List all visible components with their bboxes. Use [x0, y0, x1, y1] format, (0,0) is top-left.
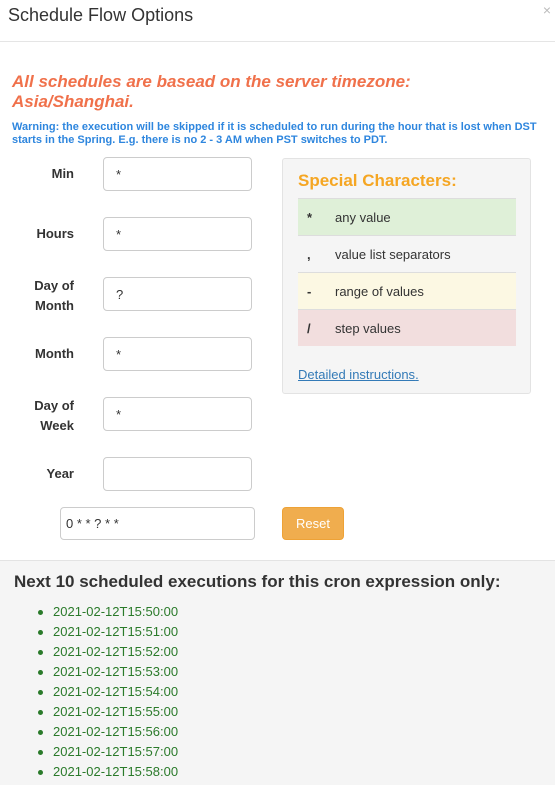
execution-item: 2021-02-12T15:57:00	[34, 742, 178, 762]
day-of-month-input[interactable]	[103, 277, 252, 311]
execution-item: 2021-02-12T15:54:00	[34, 682, 178, 702]
execution-item: 2021-02-12T15:53:00	[34, 662, 178, 682]
special-char-description: range of values	[335, 284, 424, 299]
year-input[interactable]	[103, 457, 252, 491]
special-characters-panel: Special Characters: * any value , value …	[282, 158, 531, 394]
execution-item: 2021-02-12T15:56:00	[34, 722, 178, 742]
special-char-symbol: -	[307, 284, 312, 299]
instructions-link-text[interactable]: Detailed instructions	[298, 367, 415, 382]
cron-expression-input[interactable]	[60, 507, 255, 540]
timezone-notice: All schedules are basead on the server t…	[12, 72, 411, 111]
day-of-month-label: Day of Month	[34, 278, 74, 313]
year-label: Year	[46, 466, 74, 481]
instructions-link[interactable]: Detailed instructions.	[298, 367, 419, 382]
dialog-header: Schedule Flow Options ×	[0, 0, 555, 42]
special-char-row: / step values	[298, 309, 516, 346]
executions-list: 2021-02-12T15:50:00 2021-02-12T15:51:00 …	[34, 602, 178, 782]
min-label: Min	[51, 166, 74, 181]
special-char-symbol: *	[307, 210, 313, 225]
month-label: Month	[35, 346, 74, 361]
execution-item: 2021-02-12T15:52:00	[34, 642, 178, 662]
execution-item: 2021-02-12T15:55:00	[34, 702, 178, 722]
special-char-description: step values	[335, 321, 401, 336]
month-input[interactable]	[103, 337, 252, 371]
close-icon[interactable]: ×	[543, 2, 551, 18]
dialog-title: Schedule Flow Options	[8, 5, 194, 25]
special-char-symbol: ,	[307, 247, 311, 262]
special-char-row: * any value	[298, 198, 516, 235]
hours-input[interactable]	[103, 217, 252, 251]
next-executions-title: Next 10 scheduled executions for this cr…	[14, 572, 501, 591]
execution-item: 2021-02-12T15:58:00	[34, 762, 178, 782]
special-characters-title: Special Characters:	[298, 171, 457, 190]
special-char-row: - range of values	[298, 272, 516, 309]
day-of-week-label: Day of Week	[34, 398, 74, 433]
execution-item: 2021-02-12T15:50:00	[34, 602, 178, 622]
execution-item: 2021-02-12T15:51:00	[34, 622, 178, 642]
reset-button[interactable]: Reset	[282, 507, 344, 540]
special-char-description: value list separators	[335, 247, 451, 262]
special-char-description: any value	[335, 210, 391, 225]
dst-warning: Warning: the execution will be skipped i…	[12, 121, 537, 146]
special-char-symbol: /	[307, 321, 311, 336]
day-of-week-input[interactable]	[103, 397, 252, 431]
instructions-link-suffix: .	[415, 367, 419, 382]
min-input[interactable]	[103, 157, 252, 191]
hours-label: Hours	[36, 226, 74, 241]
special-char-row: , value list separators	[298, 235, 516, 272]
next-executions-section: Next 10 scheduled executions for this cr…	[0, 560, 555, 785]
